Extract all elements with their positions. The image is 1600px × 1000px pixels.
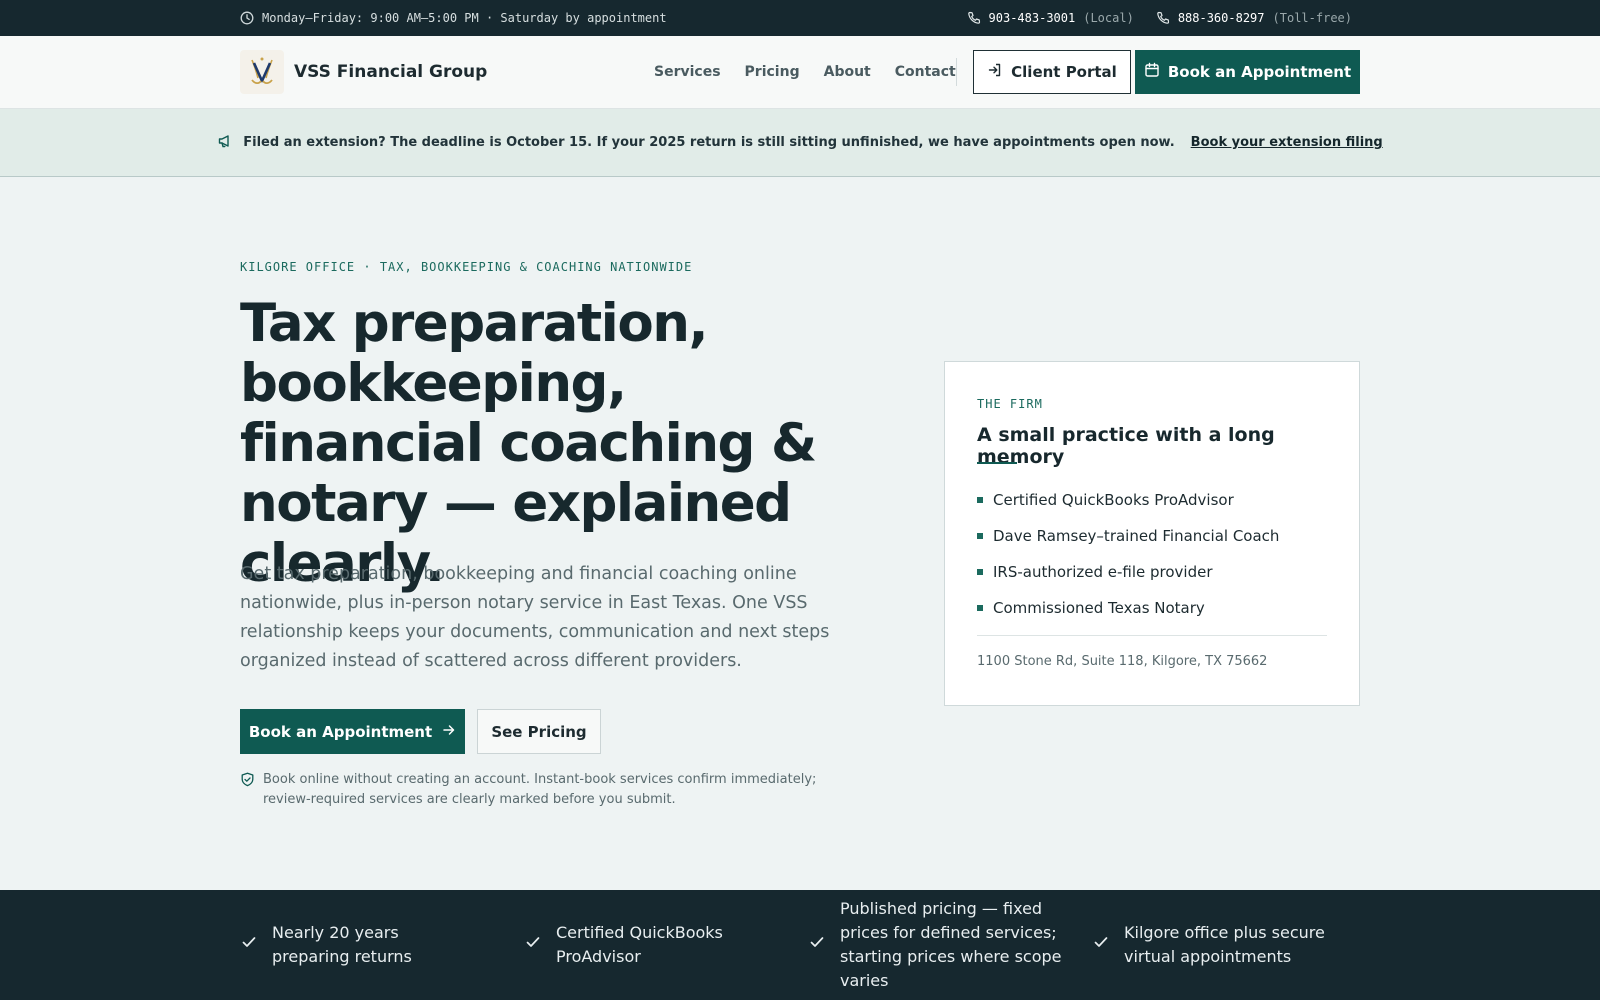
list-item: Commissioned Texas Notary xyxy=(977,590,1279,626)
book-appointment-button[interactable]: Book an Appointment xyxy=(1135,50,1360,94)
firm-card-title: A small practice with a long memory xyxy=(977,424,1275,468)
check-icon xyxy=(1092,933,1110,958)
nav-link-contact[interactable]: Contact xyxy=(895,64,956,80)
brand-name: VSS Financial Group xyxy=(294,62,488,82)
announcement-banner: Filed an extension? The deadline is Octo… xyxy=(0,109,1600,177)
phone-icon xyxy=(1156,11,1170,25)
hero-book-label: Book an Appointment xyxy=(248,722,433,741)
shield-check-icon xyxy=(240,770,255,810)
credential-text: IRS-authorized e-file provider xyxy=(993,563,1213,581)
list-item: Certified QuickBooks ProAdvisor xyxy=(977,482,1279,518)
client-portal-button[interactable]: Client Portal xyxy=(973,50,1131,94)
phone-number: 888-360-8297 xyxy=(1177,11,1265,25)
announcement-text: Filed an extension? The deadline is Octo… xyxy=(243,135,1175,150)
list-item: Dave Ramsey–trained Financial Coach xyxy=(977,518,1279,554)
feature-item: Kilgore office plus secure virtual appoi… xyxy=(1092,890,1360,1000)
business-hours: Monday–Friday: 9:00 AM–5:00 PM · Saturda… xyxy=(240,0,667,36)
phone-local-link[interactable]: 903-483-3001 (Local) xyxy=(967,11,1134,25)
phone-number: 903-483-3001 xyxy=(988,11,1076,25)
firm-card: THE FIRM A small practice with a long me… xyxy=(944,361,1360,706)
megaphone-icon xyxy=(217,133,233,153)
firm-card-rule xyxy=(977,462,1017,464)
feature-item: Certified QuickBooks ProAdvisor xyxy=(524,890,794,1000)
hero-eyebrow: KILGORE OFFICE · TAX, BOOKKEEPING & COAC… xyxy=(240,260,693,274)
credential-text: Certified QuickBooks ProAdvisor xyxy=(993,491,1234,509)
check-icon xyxy=(524,933,542,958)
top-info-bar: Monday–Friday: 9:00 AM–5:00 PM · Saturda… xyxy=(0,0,1600,36)
brand-link[interactable]: VSS Financial Group xyxy=(240,50,487,94)
see-pricing-label: See Pricing xyxy=(491,722,587,741)
hours-text: Monday–Friday: 9:00 AM–5:00 PM · Saturda… xyxy=(262,11,667,25)
check-icon xyxy=(808,933,826,958)
clock-icon xyxy=(240,11,254,25)
nav-link-pricing[interactable]: Pricing xyxy=(745,64,800,80)
firm-card-eyebrow: THE FIRM xyxy=(977,397,1043,411)
feature-text: Kilgore office plus secure virtual appoi… xyxy=(1124,923,1325,966)
phone-icon xyxy=(967,11,981,25)
see-pricing-button[interactable]: See Pricing xyxy=(477,709,601,754)
hero-book-appointment-button[interactable]: Book an Appointment xyxy=(240,709,465,754)
arrow-right-icon xyxy=(442,723,456,741)
book-appointment-label: Book an Appointment xyxy=(1167,63,1352,81)
list-item: IRS-authorized e-file provider xyxy=(977,554,1279,590)
bullet-square-icon xyxy=(977,569,983,575)
feature-item: Nearly 20 years preparing returns xyxy=(240,890,480,1000)
bullet-square-icon xyxy=(977,605,983,611)
feature-text: Certified QuickBooks ProAdvisor xyxy=(556,923,723,966)
phone-label: (Toll-free) xyxy=(1272,11,1352,25)
credentials-list: Certified QuickBooks ProAdvisor Dave Ram… xyxy=(977,482,1279,626)
client-portal-label: Client Portal xyxy=(1011,63,1117,81)
feature-text: Published pricing — fixed prices for def… xyxy=(840,899,1062,990)
extension-filing-link[interactable]: Book your extension filing xyxy=(1191,135,1383,150)
booking-note-text: Book online without creating an account.… xyxy=(263,772,817,807)
feature-strip: Nearly 20 years preparing returns Certif… xyxy=(0,890,1600,1000)
booking-note: Book online without creating an account.… xyxy=(240,770,860,810)
vss-logo xyxy=(240,50,284,94)
credential-text: Commissioned Texas Notary xyxy=(993,599,1205,617)
bullet-square-icon xyxy=(977,497,983,503)
hero-title: Tax preparation, bookkeeping, financial … xyxy=(240,293,817,594)
firm-card-divider xyxy=(977,635,1327,636)
bullet-square-icon xyxy=(977,533,983,539)
phone-label: (Local) xyxy=(1083,11,1134,25)
office-address: 1100 Stone Rd, Suite 118, Kilgore, TX 75… xyxy=(977,654,1268,669)
feature-text: Nearly 20 years preparing returns xyxy=(272,923,412,966)
phone-tollfree-link[interactable]: 888-360-8297 (Toll-free) xyxy=(1156,11,1352,25)
main-nav: Services Pricing About Contact xyxy=(654,36,956,108)
hero-subtitle: Get tax preparation, bookkeeping and fin… xyxy=(240,564,830,671)
nav-divider xyxy=(956,58,957,86)
calendar-icon xyxy=(1144,62,1160,82)
credential-text: Dave Ramsey–trained Financial Coach xyxy=(993,527,1280,545)
check-icon xyxy=(240,933,258,958)
site-header: VSS Financial Group Services Pricing Abo… xyxy=(0,36,1600,109)
nav-link-about[interactable]: About xyxy=(824,64,871,80)
feature-item: Published pricing — fixed prices for def… xyxy=(808,890,1078,1000)
nav-link-services[interactable]: Services xyxy=(654,64,721,80)
login-icon xyxy=(987,62,1003,82)
